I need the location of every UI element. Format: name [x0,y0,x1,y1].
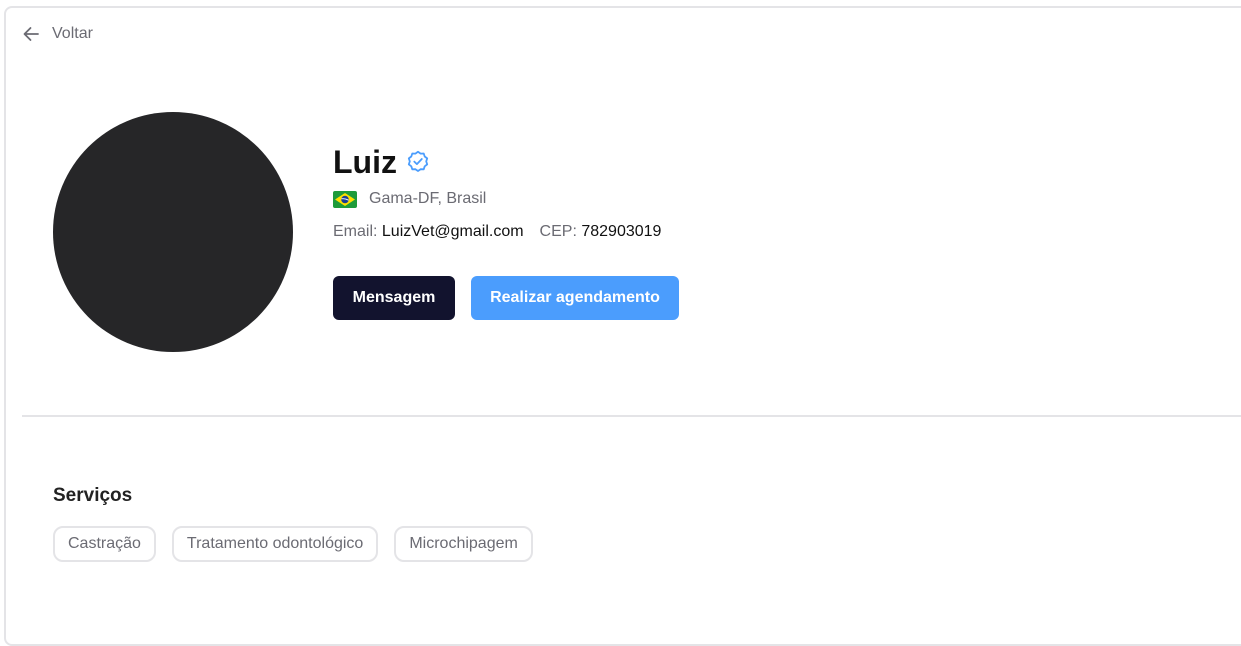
cep-info: CEP: 782903019 [540,222,662,242]
avatar [53,112,293,352]
profile-name: Luiz [333,144,397,180]
location: Gama-DF, Brasil [333,190,486,208]
back-link[interactable]: Voltar [22,25,93,43]
brazil-flag-icon [333,190,357,208]
profile-header: Luiz [333,142,430,182]
service-tag-castracao[interactable]: Castração [53,526,156,562]
message-button[interactable]: Mensagem [333,276,455,320]
email-label: Email: [333,223,378,240]
contact-info: Email: LuizVet@gmail.com CEP: 782903019 [333,222,661,242]
back-label: Voltar [52,25,93,42]
schedule-button[interactable]: Realizar agendamento [471,276,679,320]
location-text: Gama-DF, Brasil [369,190,487,207]
verified-badge-icon [406,150,430,174]
services-title: Serviços [53,485,133,506]
service-tag-tratamento-odontologico[interactable]: Tratamento odontológico [171,526,379,562]
arrow-left-icon [22,25,40,43]
email-info: Email: LuizVet@gmail.com [333,222,524,242]
divider [22,415,1241,417]
cep-label: CEP: [539,223,577,240]
service-tag-microchipagem[interactable]: Microchipagem [394,526,533,562]
services-tags: Castração Tratamento odontológico Microc… [53,526,533,562]
email-value: LuizVet@gmail.com [381,223,524,240]
cep-value: 782903019 [581,223,662,240]
